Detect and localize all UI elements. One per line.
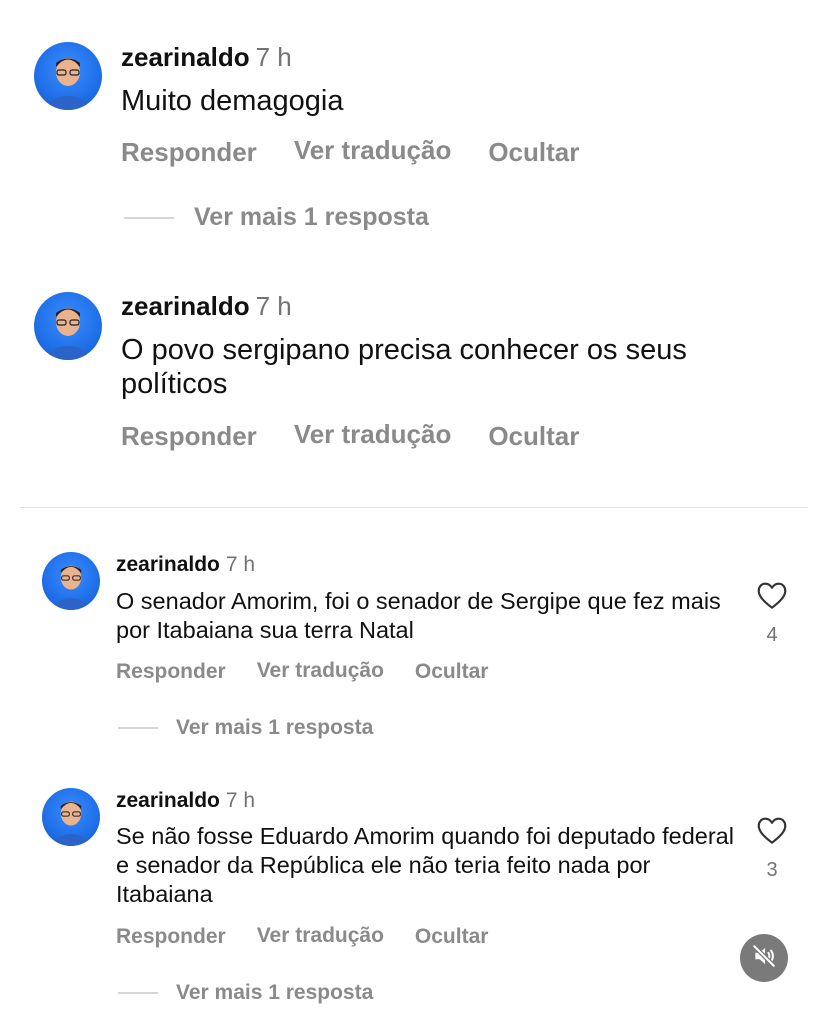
heart-outline-icon[interactable] — [752, 580, 792, 610]
like-control: 4 — [752, 580, 792, 647]
hide-button[interactable]: Ocultar — [415, 660, 489, 684]
comment-text: O senador Amorim, foi o senador de Sergi… — [116, 588, 721, 643]
like-count: 4 — [766, 624, 778, 646]
avatar[interactable] — [34, 42, 102, 110]
like-control: 3 — [752, 815, 792, 882]
avatar-person-icon — [50, 801, 92, 846]
avatar-person-icon — [50, 565, 92, 610]
translate-button[interactable]: Ver tradução — [294, 135, 452, 166]
view-more-replies-label[interactable]: Ver mais 1 resposta — [194, 203, 429, 232]
speaker-muted-icon — [751, 943, 777, 974]
comment-time: 7 h — [225, 789, 256, 812]
hide-button[interactable]: Ocultar — [415, 925, 489, 949]
view-more-replies-label[interactable]: Ver mais 1 resposta — [176, 716, 373, 740]
mute-button[interactable] — [740, 934, 788, 982]
comment-username[interactable]: zearinaldo 7 h — [116, 553, 255, 577]
avatar[interactable] — [34, 292, 102, 360]
reply-button[interactable]: Responder — [121, 421, 257, 452]
comment-time: 7 h — [225, 553, 256, 576]
translate-button[interactable]: Ver tradução — [257, 659, 384, 683]
reply-button[interactable]: Responder — [116, 660, 226, 684]
comment-time: 7 h — [255, 42, 292, 72]
translate-button[interactable]: Ver tradução — [294, 419, 452, 450]
comment-username[interactable]: zearinaldo 7 h — [116, 789, 255, 813]
reply-button[interactable]: Responder — [121, 137, 257, 168]
hide-button[interactable]: Ocultar — [488, 421, 579, 452]
reply-button[interactable]: Responder — [116, 925, 226, 949]
comment-actions: Responder Ver tradução Ocultar — [116, 659, 489, 684]
comment-text: Muito demagogia — [121, 85, 344, 117]
comments-page: zearinaldo 7 h Muito demagogia Responder … — [0, 0, 814, 1024]
hide-button[interactable]: Ocultar — [488, 137, 579, 168]
username-text[interactable]: zearinaldo — [121, 291, 250, 321]
comment-username[interactable]: zearinaldo 7 h — [121, 42, 292, 73]
view-more-replies[interactable]: Ver mais 1 resposta — [118, 981, 373, 1005]
view-more-replies[interactable]: Ver mais 1 resposta — [124, 203, 429, 232]
comment-text: O povo sergipano precisa conhecer os seu… — [121, 334, 687, 400]
replies-divider-line — [118, 992, 158, 994]
comment-actions: Responder Ver tradução Ocultar — [121, 419, 579, 452]
avatar-person-icon — [43, 58, 93, 110]
view-more-replies[interactable]: Ver mais 1 resposta — [118, 716, 373, 740]
view-more-replies-label[interactable]: Ver mais 1 resposta — [176, 981, 373, 1005]
like-count: 3 — [766, 859, 778, 881]
avatar-person-icon — [43, 308, 93, 360]
username-text[interactable]: zearinaldo — [116, 553, 220, 576]
section-divider — [20, 507, 808, 508]
comment-time: 7 h — [255, 291, 292, 321]
replies-divider-line — [124, 216, 174, 219]
username-text[interactable]: zearinaldo — [116, 789, 220, 812]
heart-outline-icon[interactable] — [752, 815, 792, 845]
comment-username[interactable]: zearinaldo 7 h — [121, 291, 292, 322]
avatar[interactable] — [42, 552, 100, 610]
avatar[interactable] — [42, 788, 100, 846]
translate-button[interactable]: Ver tradução — [257, 924, 384, 948]
comment-text: Se não fosse Eduardo Amorim quando foi d… — [116, 823, 734, 907]
comment-actions: Responder Ver tradução Ocultar — [116, 924, 489, 949]
username-text[interactable]: zearinaldo — [121, 42, 250, 72]
comment-actions: Responder Ver tradução Ocultar — [121, 135, 579, 168]
replies-divider-line — [118, 727, 158, 729]
